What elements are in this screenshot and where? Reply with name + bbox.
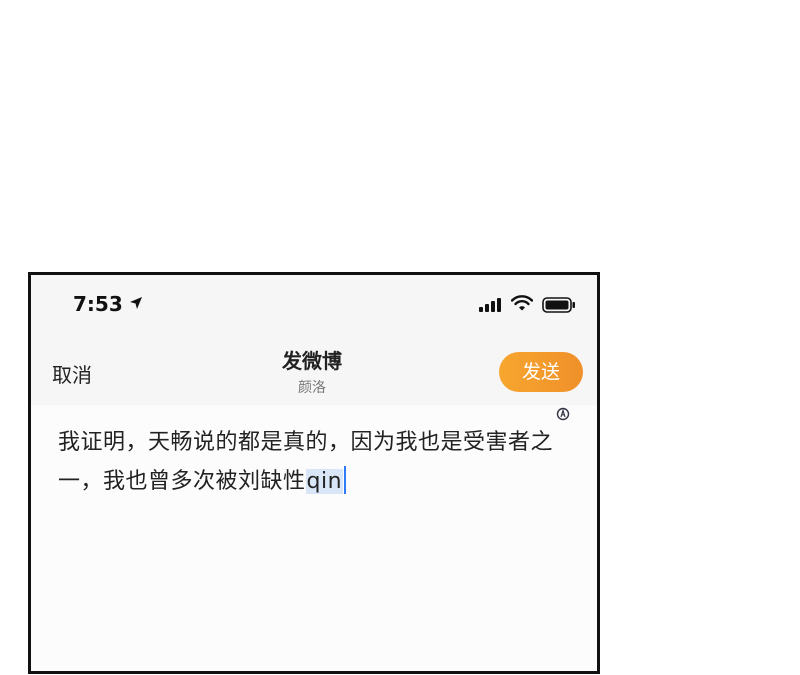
- compose-nav-bar: 取消 发微博 颜洛 发送: [31, 337, 597, 405]
- compose-title: 发微博 颜洛: [247, 345, 377, 397]
- post-editor[interactable]: 我证明，天畅说的都是真的，因为我也是受害者之一，我也曾多次被刘缺性qin: [31, 405, 597, 671]
- phone-screenshot-frame: 7:53 取消 发微博 颜洛 发送 我证明，天畅说的都是真的，因为我也是受害者之…: [28, 272, 600, 674]
- account-name: 颜洛: [298, 380, 326, 396]
- status-time: 7:53: [73, 292, 123, 316]
- location-arrow-icon: [130, 297, 142, 309]
- send-button[interactable]: 发送: [499, 352, 583, 392]
- mention-icon: [556, 407, 570, 421]
- text-caret: [344, 466, 347, 494]
- page-title: 发微博: [282, 349, 342, 373]
- ime-composing-text: qin: [305, 469, 344, 494]
- cellular-signal-icon: [479, 298, 501, 312]
- wifi-icon: [511, 295, 533, 311]
- status-bar: 7:53: [31, 275, 597, 337]
- battery-icon: [542, 297, 575, 313]
- post-text-input[interactable]: 我证明，天畅说的都是真的，因为我也是受害者之一，我也曾多次被刘缺性qin: [58, 423, 558, 501]
- cancel-button[interactable]: 取消: [52, 359, 92, 388]
